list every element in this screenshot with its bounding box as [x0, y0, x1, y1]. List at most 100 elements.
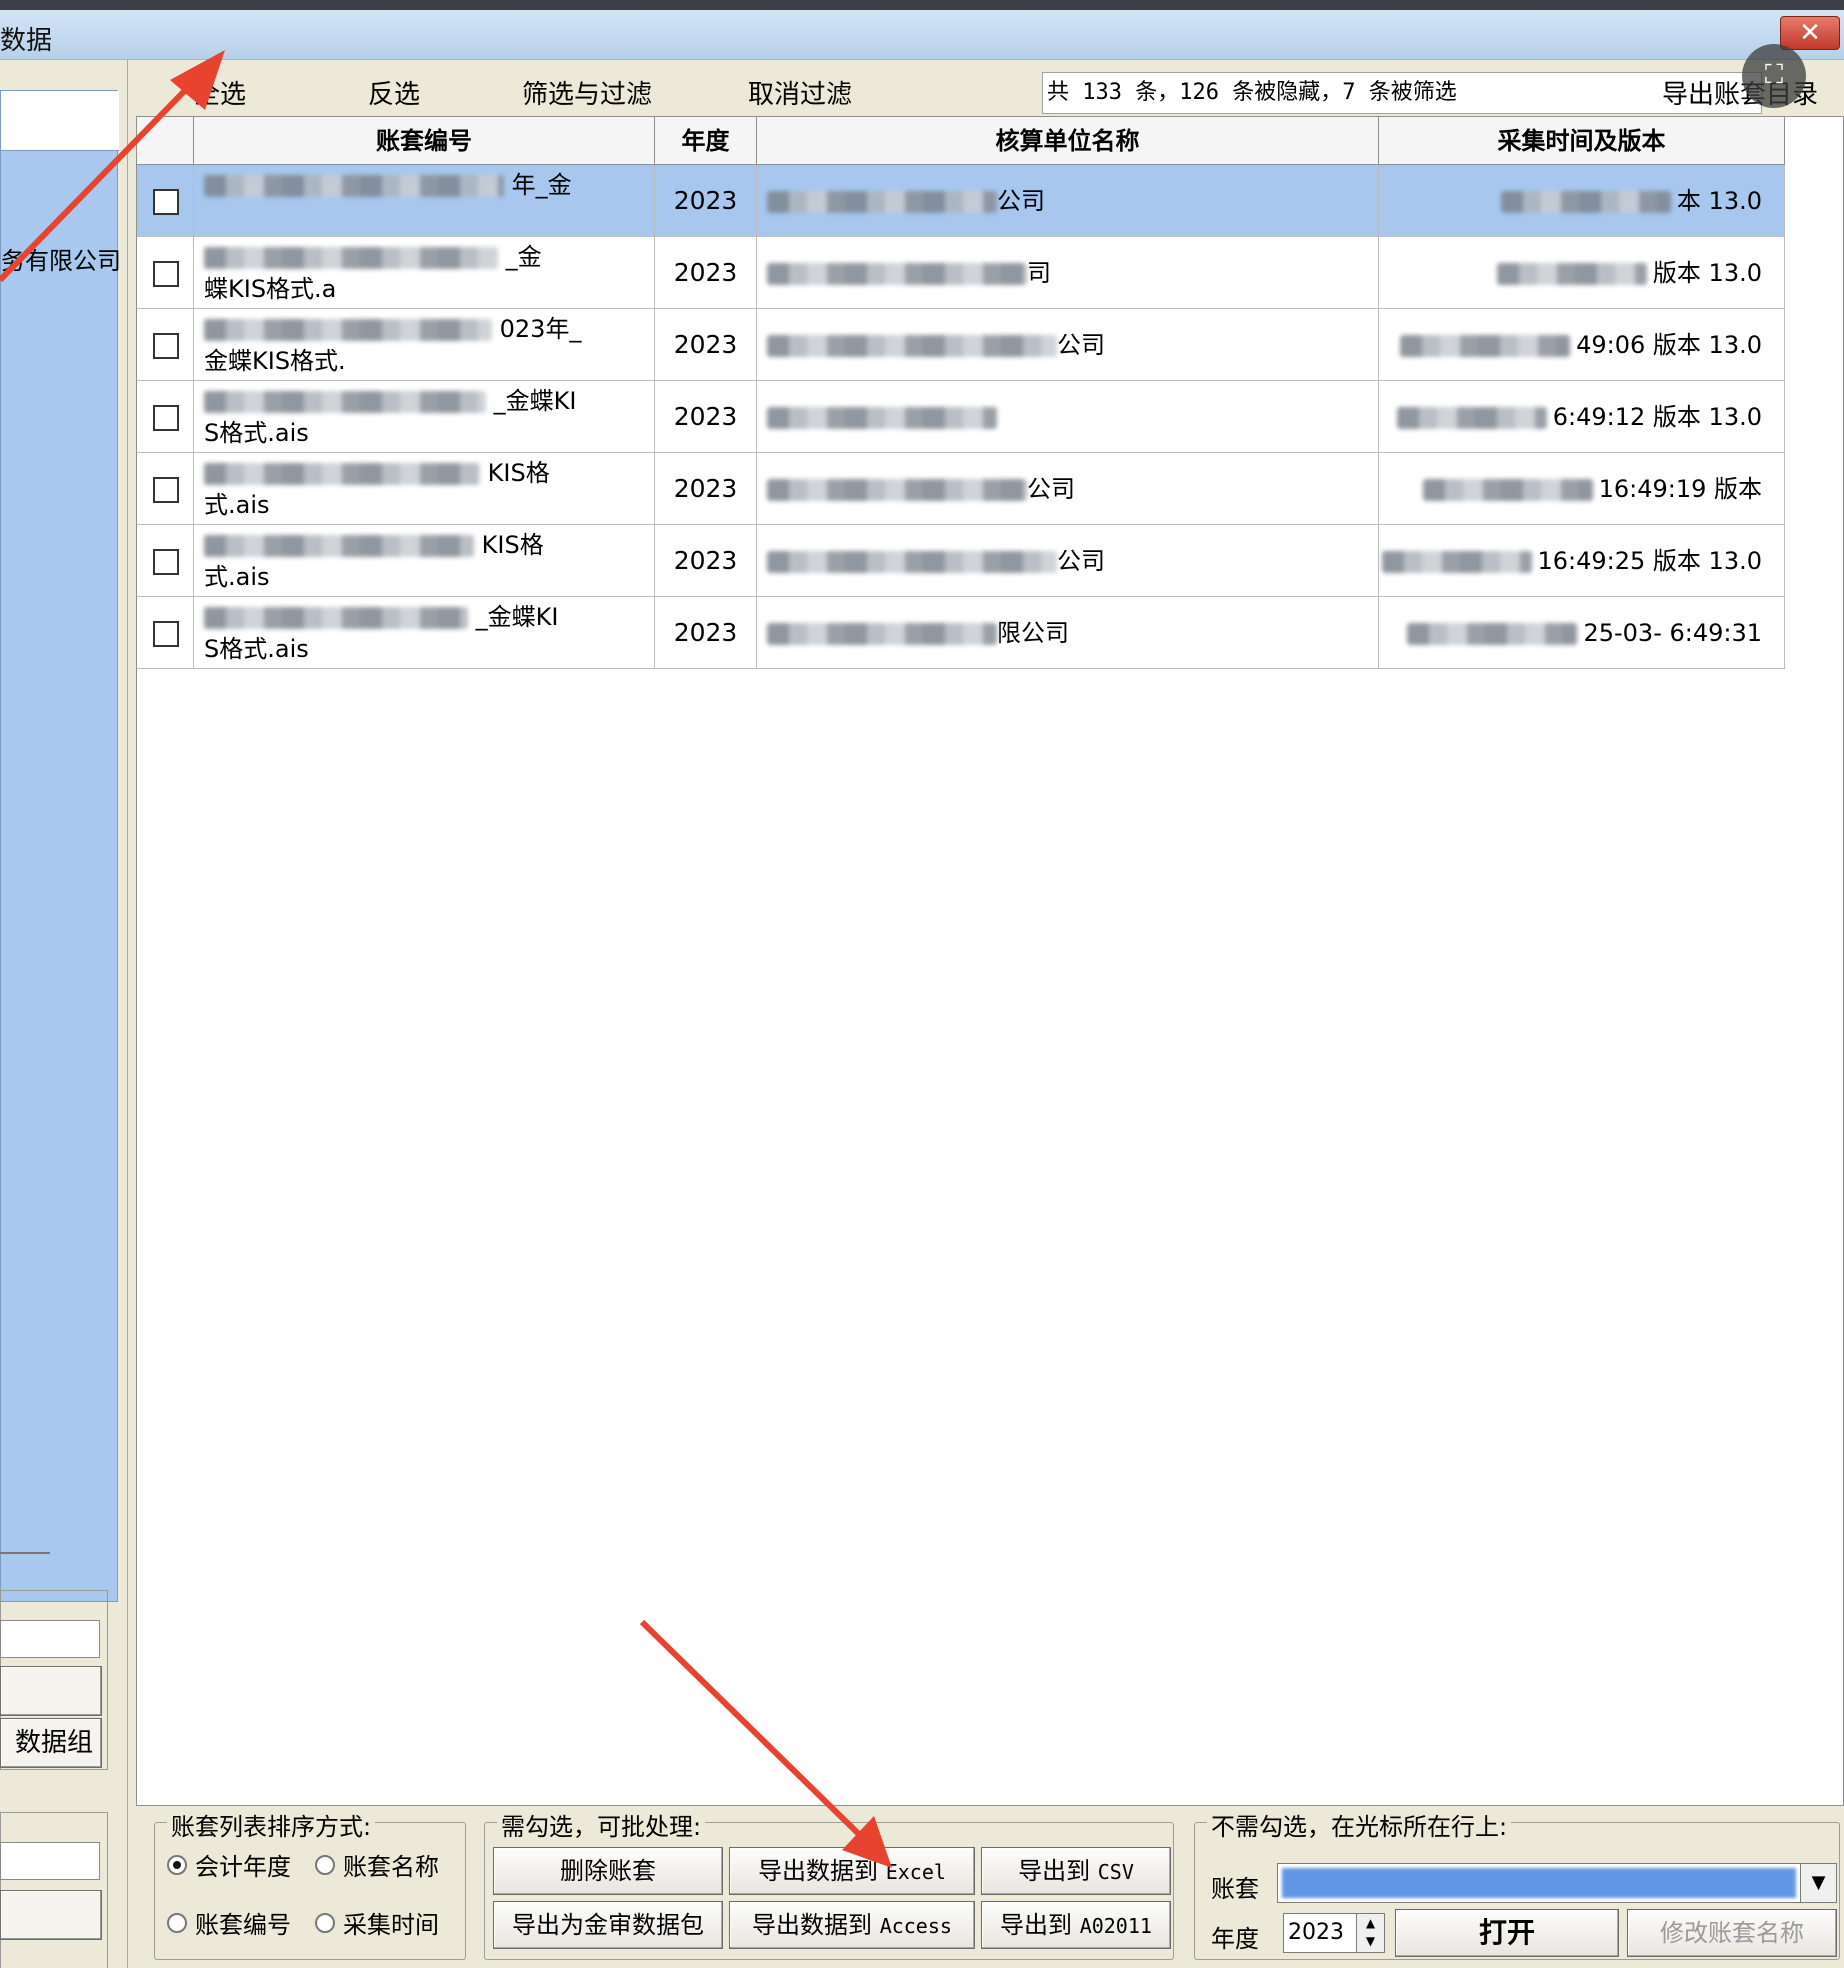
cell-org-text: 公司 [1057, 331, 1105, 359]
export-access-button[interactable]: 导出数据到 Access [729, 1901, 975, 1949]
export-csv-button[interactable]: 导出到 CSV [981, 1847, 1171, 1895]
header-org[interactable]: 核算单位名称 [757, 117, 1379, 165]
row-checkbox[interactable] [153, 261, 179, 287]
table-row[interactable]: 年_金 2023 公司 本 13.0 [137, 165, 1785, 237]
invert-selection-button[interactable]: 反选 [368, 74, 420, 111]
account-select-value [1282, 1868, 1796, 1898]
code-line-2: S格式.ais [204, 633, 644, 665]
window-title: 数据 [0, 26, 53, 56]
cell-code: _金蝶KI S格式.ais [194, 597, 655, 669]
spin-up-icon[interactable]: ▲ [1357, 1914, 1384, 1932]
select-all-button[interactable]: 全选 [194, 74, 246, 111]
header-time[interactable]: 采集时间及版本 [1379, 117, 1785, 165]
sort-by-time[interactable]: 采集时间 [315, 1905, 439, 1940]
account-label: 账套 [1211, 1875, 1259, 1903]
table-row[interactable]: 023年_ 金蝶KIS格式. 2023 公司 49:06 版本 13.0 [137, 309, 1785, 381]
grid-header: 账套编号 年度 核算单位名称 采集时间及版本 [137, 117, 1785, 165]
table-row[interactable]: KIS格式.ais2023公司16:49:19 版本 13.0 [137, 453, 1785, 525]
redacted-text [767, 263, 1027, 285]
redacted-text [204, 463, 480, 485]
table-row[interactable]: _金 蝶KIS格式.a 2023 司版本 13.0 [137, 237, 1785, 309]
splitter[interactable] [0, 1552, 50, 1554]
row-checkbox[interactable] [153, 621, 179, 647]
spin-down-icon[interactable]: ▼ [1357, 1932, 1384, 1950]
code-line-1: _金蝶KI [204, 601, 644, 633]
sort-by-time-label: 采集时间 [343, 1911, 439, 1939]
redacted-text [767, 191, 997, 213]
code-line-1-text: _金 [505, 243, 542, 271]
export-access-prefix: 导出数据到 [752, 1911, 873, 1939]
export-package-button[interactable]: 导出为金审数据包 [493, 1901, 723, 1949]
cell-org [757, 381, 1379, 453]
cell-year: 2023 [655, 237, 757, 309]
account-tree[interactable]: 务有限公司 [0, 90, 121, 1602]
code-line-1: _金 [204, 241, 644, 273]
cell-year: 2023 [655, 381, 757, 453]
sort-by-name[interactable]: 账套名称 [315, 1847, 439, 1882]
radio-icon [167, 1854, 187, 1875]
redacted-text [1500, 191, 1671, 213]
left-input-field-2[interactable] [0, 1842, 100, 1880]
row-checkbox[interactable] [153, 189, 179, 215]
delete-account-button[interactable]: 删除账套 [493, 1847, 723, 1895]
table-row[interactable]: _金蝶KI S格式.ais 2023 限公司 25-03- 6:49:31 版本 13.… [137, 597, 1785, 669]
cancel-filter-button[interactable]: 取消过滤 [748, 74, 852, 111]
redacted-text [204, 319, 492, 341]
chevron-down-icon[interactable]: ▼ [1800, 1864, 1836, 1902]
rename-account-button[interactable]: 修改账套名称 [1627, 1909, 1837, 1957]
row-checkbox[interactable] [153, 405, 179, 431]
sort-by-name-label: 账套名称 [343, 1853, 439, 1881]
account-grid: 账套编号 年度 核算单位名称 采集时间及版本 年_金 2023 公司 本 13.0 _… [136, 116, 1844, 1806]
sort-group: 账套列表排序方式: 会计年度 账套名称 账套编号 采集时间 [154, 1807, 466, 1960]
sort-by-year[interactable]: 会计年度 [167, 1847, 291, 1882]
radio-icon [315, 1912, 335, 1933]
code-line-2: 蝶KIS格式.a [204, 273, 644, 305]
header-year[interactable]: 年度 [655, 117, 757, 165]
table-row[interactable]: KIS格 式.ais 2023 公司 16:49:25 版本 13.0 [137, 525, 1785, 597]
header-check [137, 117, 194, 165]
export-excel-button[interactable]: 导出数据到 Excel [729, 1847, 975, 1895]
redacted-text [767, 623, 997, 645]
row-checkbox[interactable] [153, 477, 179, 503]
spinner-arrows-icon[interactable]: ▲ ▼ [1356, 1914, 1384, 1952]
cursor-group: 不需勾选，在光标所在行上: 账套 ▼ 年度 2023 ▲ ▼ 打开 修改账套名称 [1194, 1807, 1840, 1960]
table-row[interactable]: _金蝶KI S格式.ais 2023 6:49:12 版本 13.0 [137, 381, 1785, 453]
filter-button[interactable]: 筛选与过滤 [522, 74, 652, 111]
fullscreen-icon[interactable]: ⛶ [1742, 44, 1806, 108]
row-checkbox[interactable] [153, 333, 179, 359]
code-line-1-text: _金蝶KI [475, 603, 559, 631]
account-select[interactable]: ▼ [1277, 1863, 1837, 1903]
data-group-button[interactable]: 数据组 [0, 1718, 102, 1768]
sort-group-title: 账套列表排序方式: [167, 1807, 376, 1842]
cell-org-text: 限公司 [997, 619, 1069, 647]
cell-year: 2023 [655, 165, 757, 237]
code-line-1-text: 023年_ [499, 315, 582, 343]
cell-time: 25-03- 6:49:31 版本 13.0 [1379, 597, 1785, 669]
left-panel: 务有限公司 数据组 [0, 60, 128, 1968]
cell-year: 2023 [655, 525, 757, 597]
row-checkbox[interactable] [153, 549, 179, 575]
cell-time-text: 16:49:19 版本 13.0 [1598, 475, 1762, 503]
year-spinner[interactable]: 2023 ▲ ▼ [1283, 1913, 1385, 1953]
cell-time: 6:49:12 版本 13.0 [1379, 381, 1785, 453]
sort-by-code[interactable]: 账套编号 [167, 1905, 291, 1940]
header-code[interactable]: 账套编号 [194, 117, 655, 165]
code-line-2-text: 蝶KIS格式.a [204, 275, 337, 303]
code-line-2: 式.ais [204, 561, 644, 593]
export-a02011-button[interactable]: 导出到 A02011 [981, 1901, 1171, 1949]
code-line-2: S格式.ais [204, 417, 644, 449]
redacted-text [1396, 407, 1547, 429]
cell-time: 16:49:19 版本 13.0 [1379, 453, 1785, 525]
close-button[interactable]: ✕ [1780, 16, 1840, 50]
code-line-1: KIS格 [204, 457, 644, 489]
open-button[interactable]: 打开 [1395, 1909, 1619, 1957]
cell-code: 023年_ 金蝶KIS格式. [194, 309, 655, 381]
left-button[interactable] [0, 1666, 102, 1716]
tree-item-label[interactable]: 务有限公司 [1, 241, 121, 276]
left-button-2[interactable] [0, 1890, 102, 1940]
left-input-field[interactable] [0, 1620, 100, 1658]
tree-header [1, 91, 119, 151]
cell-org: 公司 [757, 165, 1379, 237]
export-a02011-suffix: A02011 [1079, 1914, 1152, 1938]
cell-time-text: 49:06 版本 13.0 [1576, 331, 1762, 359]
